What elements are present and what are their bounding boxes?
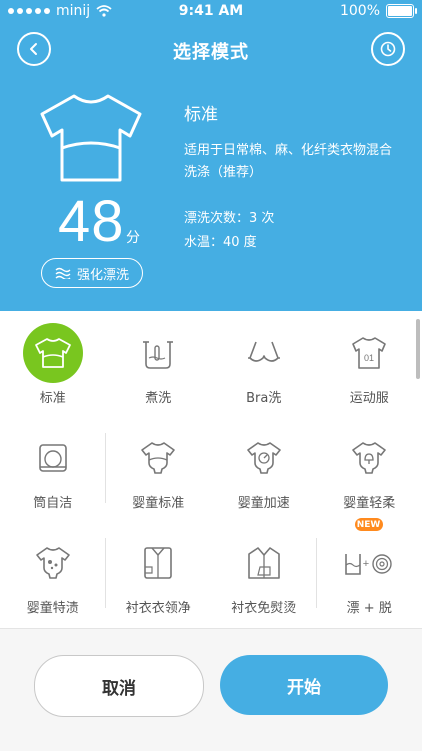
- mode-description: 适用于日常棉、麻、化纤类衣物混合洗涤（推荐）: [184, 140, 394, 184]
- battery-icon: [386, 4, 414, 18]
- boost-rinse-label: 强化漂洗: [77, 264, 129, 283]
- rinse-count: 漂洗次数：3 次: [184, 207, 274, 226]
- mode-name: 标准: [184, 100, 218, 125]
- mode-bra[interactable]: Bra洗: [211, 311, 317, 416]
- mode-baby-standard[interactable]: 婴童标准: [106, 416, 212, 521]
- mode-standard[interactable]: 标准: [0, 311, 106, 416]
- shirt-icon: [36, 92, 146, 184]
- mode-baby-fast[interactable]: 婴童加速: [211, 416, 317, 521]
- start-button[interactable]: 开始: [220, 655, 388, 715]
- mode-rinse-spin[interactable]: + 漂 + 脱 NEW: [317, 521, 422, 626]
- baby-onesie-fast-icon: [246, 441, 282, 475]
- shirt-collar-icon: [140, 545, 176, 581]
- scrollbar[interactable]: [416, 319, 420, 379]
- divider: [105, 433, 106, 503]
- status-bar: minij 9:41 AM 100%: [0, 0, 422, 24]
- drum-clean-icon: [37, 442, 69, 474]
- baby-onesie-icon: [140, 441, 176, 475]
- mode-shirt-no-iron[interactable]: 衬衣免熨烫: [211, 521, 317, 626]
- mode-label: Bra洗: [246, 387, 281, 406]
- mode-label: 婴童特渍: [27, 597, 79, 616]
- mode-label: 婴童加速: [238, 492, 290, 511]
- mode-drum-clean[interactable]: 筒自洁: [0, 416, 106, 521]
- mode-label: 标准: [40, 387, 66, 406]
- svg-text:01: 01: [364, 353, 374, 363]
- mode-header-panel: minij 9:41 AM 100% 选择模式: [0, 0, 422, 311]
- baby-onesie-gentle-icon: [351, 441, 387, 475]
- divider: [316, 538, 317, 608]
- page-title: 选择模式: [0, 38, 422, 64]
- jersey-icon: 01: [351, 336, 387, 370]
- mode-label: 运动服: [350, 387, 389, 406]
- water-temperature: 水温：40 度: [184, 231, 257, 250]
- cancel-button[interactable]: 取消: [34, 655, 204, 717]
- timer-button[interactable]: [371, 32, 405, 66]
- shirt-icon: [34, 337, 72, 369]
- baby-onesie-stain-icon: [35, 546, 71, 580]
- mode-baby-gentle[interactable]: 婴童轻柔: [317, 416, 422, 521]
- boost-rinse-toggle[interactable]: 强化漂洗: [41, 258, 143, 288]
- action-bar: 取消 开始: [0, 628, 422, 751]
- mode-label: 筒自洁: [33, 492, 72, 511]
- divider: [105, 538, 106, 608]
- minutes-unit: 分: [126, 227, 140, 247]
- mode-label: 漂 + 脱: [347, 597, 392, 616]
- boil-pot-icon: [141, 336, 175, 370]
- bra-icon: [246, 340, 282, 366]
- mode-label: 衬衣免熨烫: [231, 597, 296, 616]
- mode-label: 煮洗: [145, 387, 171, 406]
- clock-icon: [380, 41, 396, 57]
- battery-percent: 100%: [340, 3, 380, 19]
- svg-text:+: +: [363, 558, 369, 570]
- new-badge: NEW: [355, 518, 383, 531]
- mode-label: 婴童轻柔: [343, 492, 395, 511]
- mode-shirt-collar[interactable]: 衬衣衣领净: [106, 521, 212, 626]
- mode-label: 衬衣衣领净: [126, 597, 191, 616]
- rinse-spin-icon: +: [344, 548, 394, 578]
- mode-grid: 标准 煮洗 Bra洗 01 运动服: [0, 311, 422, 628]
- mode-baby-stain[interactable]: 婴童特渍: [0, 521, 106, 626]
- waves-icon: [55, 267, 71, 279]
- nav-bar: 选择模式: [0, 30, 422, 68]
- shirt-no-iron-icon: [246, 545, 282, 581]
- mode-label: 婴童标准: [132, 492, 184, 511]
- wash-minutes: 48: [58, 188, 125, 255]
- mode-sportswear[interactable]: 01 运动服: [317, 311, 422, 416]
- mode-boil[interactable]: 煮洗: [106, 311, 212, 416]
